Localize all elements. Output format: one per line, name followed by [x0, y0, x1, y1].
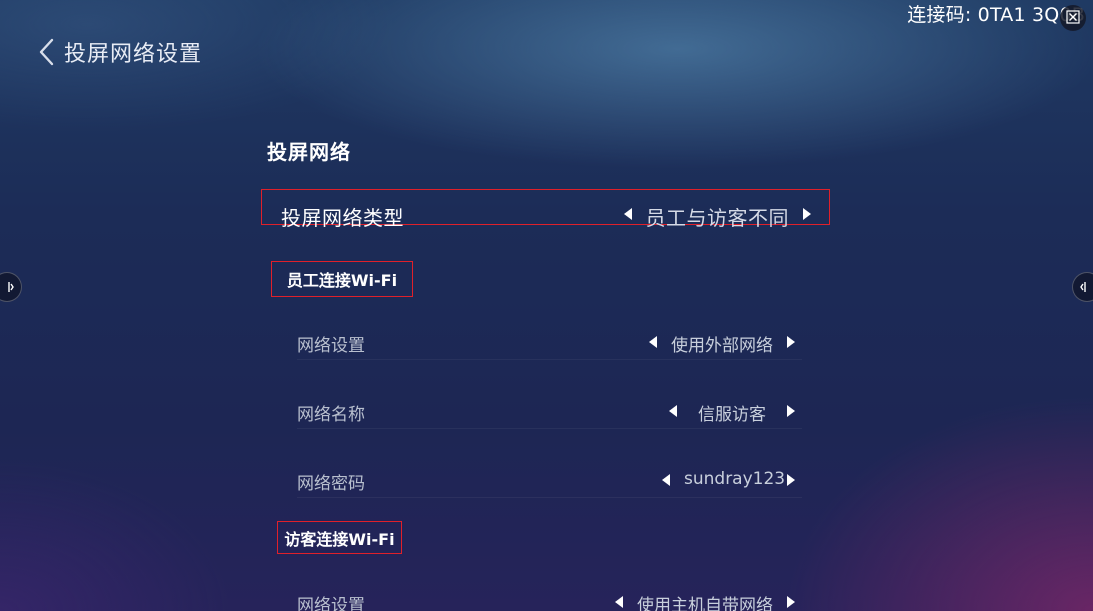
row-label: 网络密码 [297, 474, 365, 494]
triangle-left-icon[interactable] [615, 596, 623, 608]
triangle-right-icon[interactable] [803, 208, 811, 220]
guest-wifi-title: 访客连接Wi-Fi [277, 521, 402, 554]
close-icon [1066, 9, 1080, 28]
network-type-label: 投屏网络类型 [281, 206, 404, 230]
staff-network-setting-row[interactable]: 网络设置 使用外部网络 [297, 323, 802, 360]
page-title: 投屏网络设置 [64, 42, 203, 67]
close-overlay-button[interactable] [1060, 5, 1086, 31]
triangle-left-icon[interactable] [649, 336, 657, 348]
connect-code-label: 连接码: 0TA1 3Q0B [907, 4, 1085, 26]
section-title: 投屏网络 [267, 140, 351, 164]
left-drawer-handle[interactable] [0, 272, 22, 302]
right-drawer-handle[interactable] [1072, 272, 1093, 302]
staff-network-name-row[interactable]: 网络名称 信服访客 [297, 392, 802, 429]
row-value: 使用外部网络 [671, 336, 773, 356]
triangle-right-icon[interactable] [787, 405, 795, 417]
staff-network-password-row[interactable]: 网络密码 sundray123 [297, 461, 802, 498]
network-type-value: 员工与访客不同 [645, 206, 789, 230]
row-value: sundray123 [684, 469, 786, 489]
triangle-right-icon[interactable] [787, 336, 795, 348]
row-value: 使用主机自带网络 [637, 596, 773, 611]
triangle-right-icon[interactable] [787, 596, 795, 608]
triangle-left-icon[interactable] [624, 208, 632, 220]
row-value: 信服访客 [698, 405, 766, 425]
guest-network-setting-row[interactable]: 网络设置 使用主机自带网络 [297, 583, 802, 611]
triangle-left-icon[interactable] [662, 474, 670, 486]
row-label: 网络名称 [297, 405, 365, 425]
triangle-left-icon[interactable] [669, 405, 677, 417]
expand-right-icon [0, 278, 14, 297]
chevron-left-icon[interactable] [36, 35, 58, 69]
triangle-right-icon[interactable] [787, 474, 795, 486]
row-label: 网络设置 [297, 336, 365, 356]
row-label: 网络设置 [297, 596, 365, 611]
staff-wifi-title: 员工连接Wi-Fi [271, 261, 413, 297]
expand-left-icon [1080, 278, 1093, 297]
page-header: 投屏网络设置 [36, 34, 202, 70]
network-type-selector[interactable]: 投屏网络类型 员工与访客不同 [261, 189, 830, 230]
